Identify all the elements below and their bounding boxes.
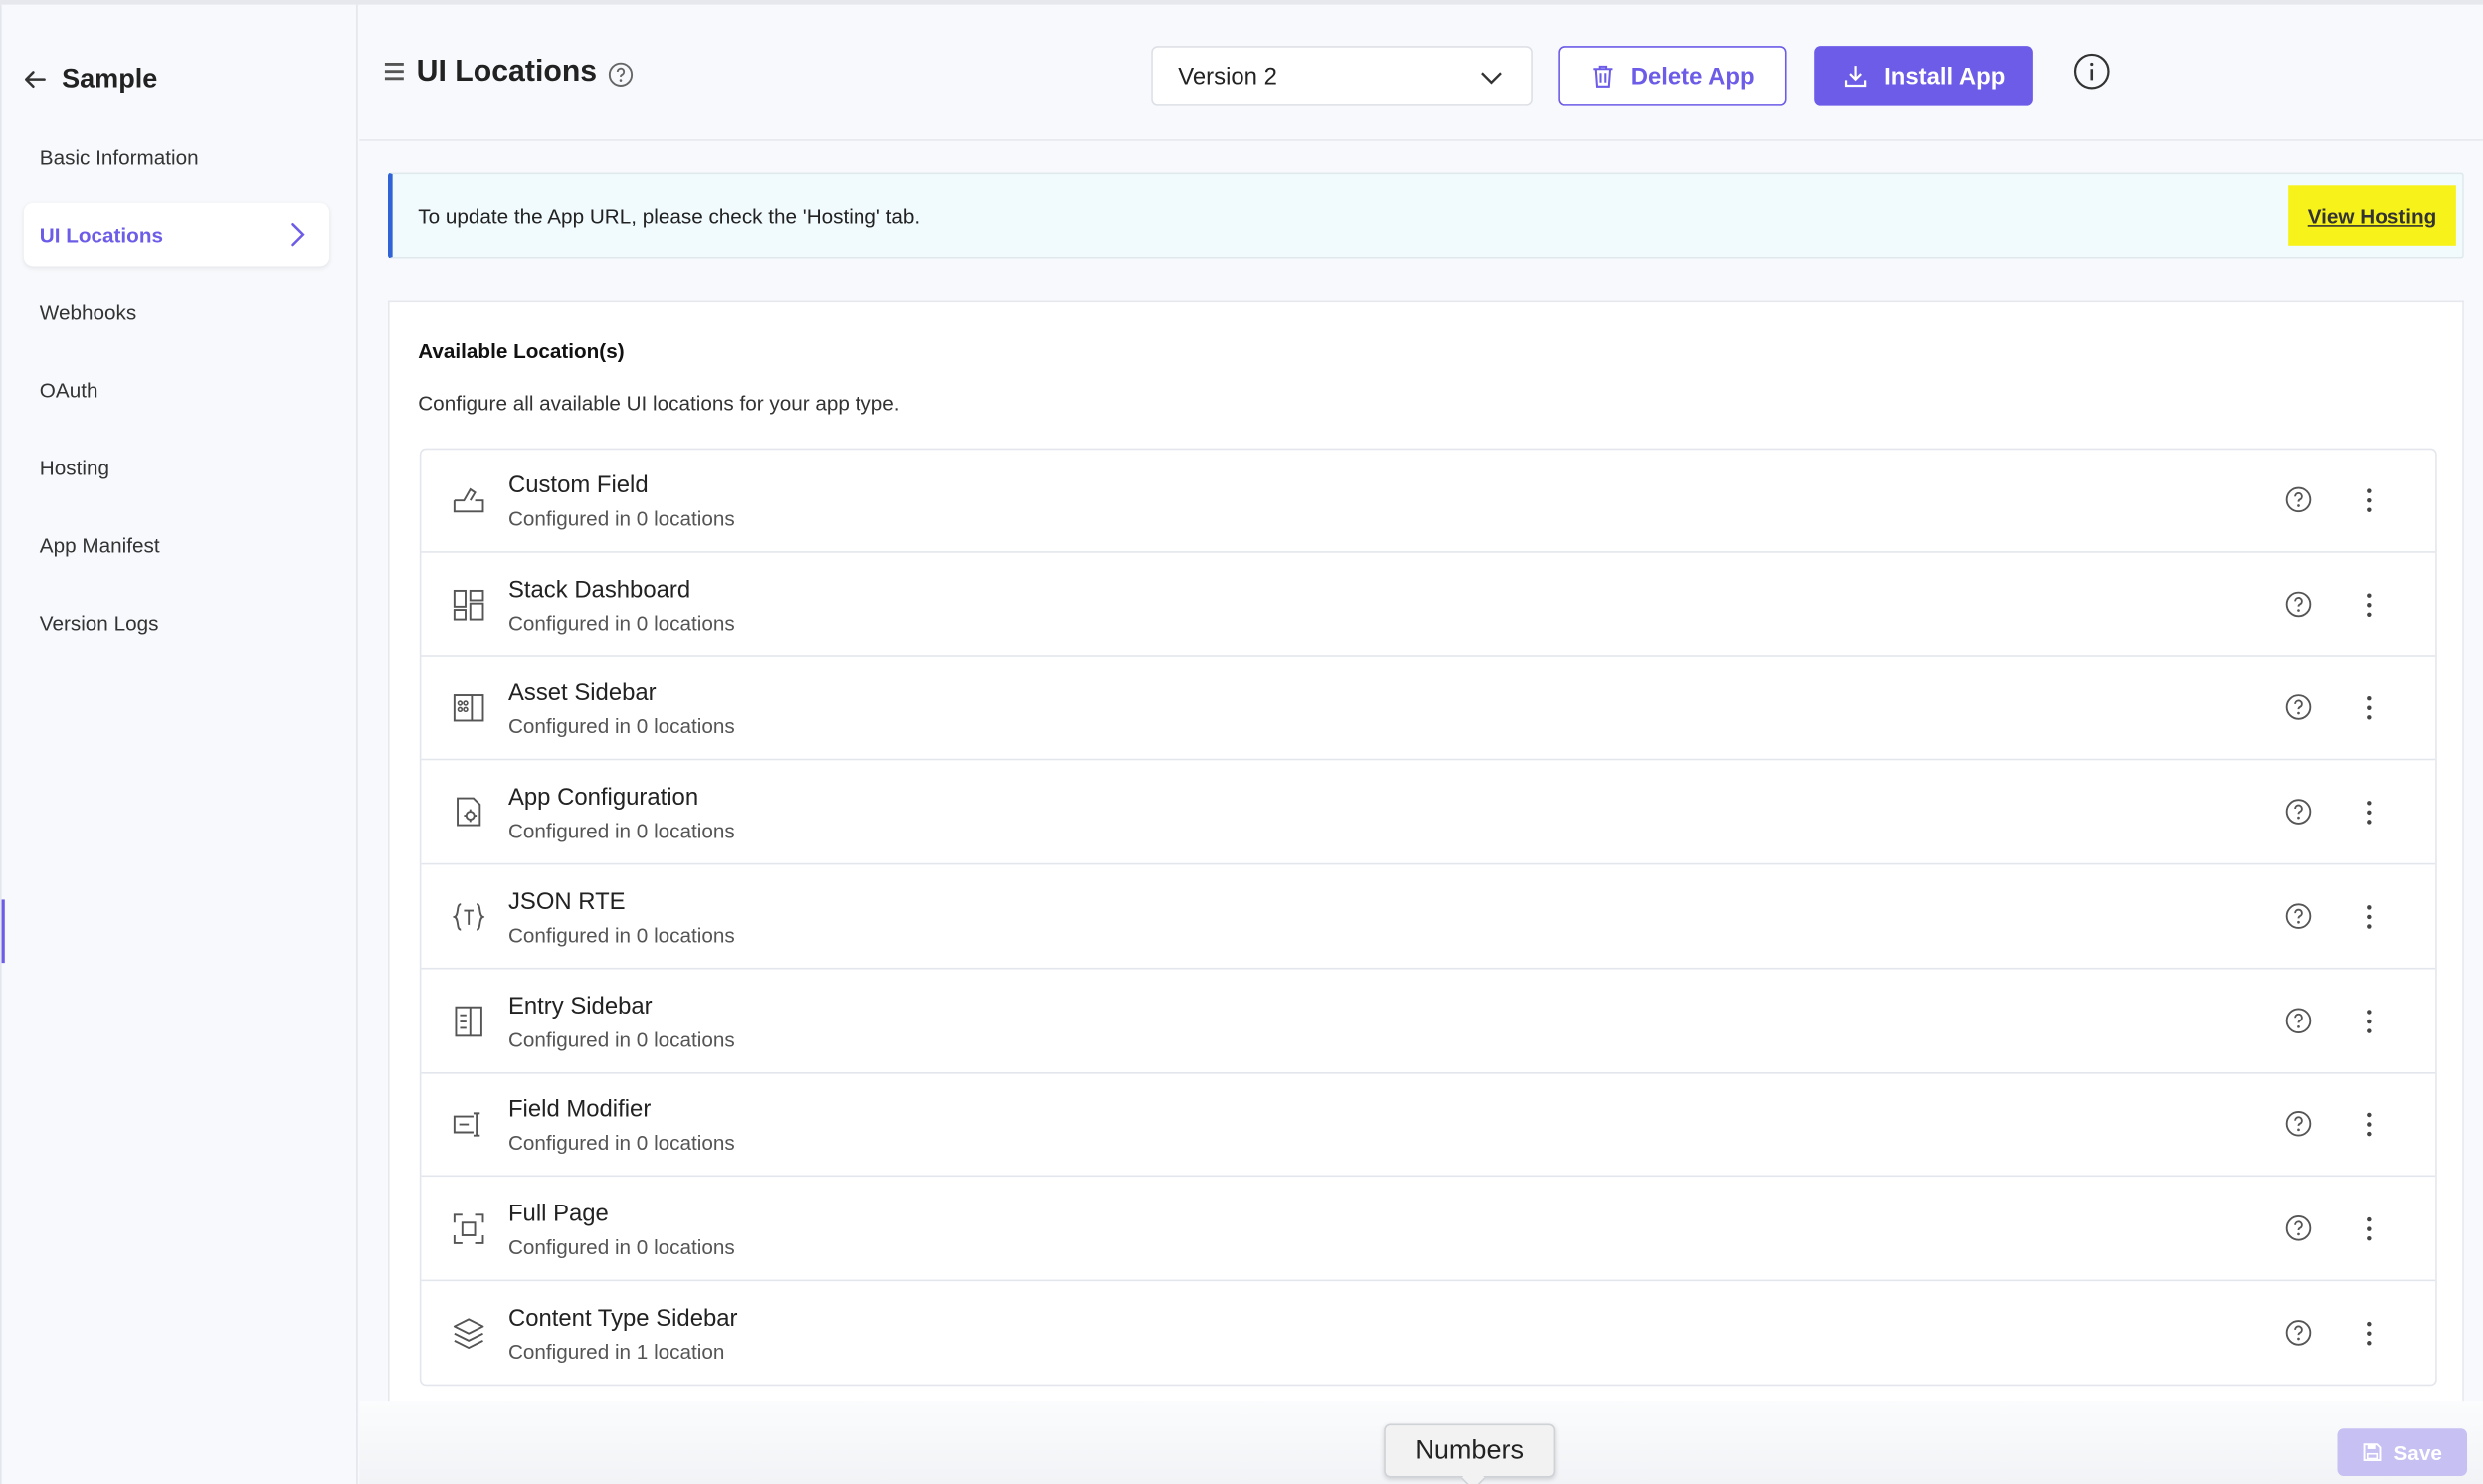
location-name: JSON RTE	[507, 887, 626, 916]
custom-field-icon	[453, 487, 484, 513]
app-name: Sample	[62, 63, 158, 93]
info-icon[interactable]	[2073, 53, 2111, 91]
sidebar-item-label: Version Logs	[39, 610, 159, 635]
help-circle-icon[interactable]	[608, 62, 634, 87]
location-status: Configured in 1 location	[507, 1339, 725, 1364]
chevron-down-icon	[1481, 72, 1502, 85]
sidebar-item-label: OAuth	[39, 377, 98, 402]
location-status: Configured in 0 locations	[507, 1131, 735, 1156]
locations-list: Custom Field Configured in 0 locations S…	[419, 448, 2437, 1387]
more-vertical-icon[interactable]	[2357, 589, 2382, 621]
back-button[interactable]: Sample	[24, 64, 157, 95]
version-select[interactable]: Version 2	[1151, 46, 1533, 106]
install-app-button[interactable]: Install App	[1814, 46, 2033, 106]
card-title: Available Location(s)	[418, 338, 625, 363]
location-status: Configured in 0 locations	[507, 506, 735, 531]
sidebar-item-ui-locations[interactable]: UI Locations	[23, 202, 330, 267]
location-row-asset-sidebar[interactable]: Asset Sidebar Configured in 0 locations	[421, 657, 2436, 761]
help-circle-icon[interactable]	[2285, 902, 2312, 929]
available-locations-card: Available Location(s) Configure all avai…	[387, 300, 2464, 1410]
version-select-value: Version 2	[1178, 62, 1277, 90]
footer-bar: Numbers Save	[359, 1401, 2483, 1484]
location-name: Field Modifier	[507, 1096, 652, 1124]
sidebar: Sample Basic Information UI Locations We…	[0, 4, 358, 1484]
tooltip: Numbers	[1384, 1423, 1556, 1478]
entry-sidebar-icon	[455, 1005, 482, 1036]
app-config-icon	[457, 797, 481, 827]
location-name: Custom Field	[507, 471, 649, 499]
sidebar-item-basic-information[interactable]: Basic Information	[24, 125, 329, 189]
location-name: Asset Sidebar	[507, 679, 657, 707]
layers-icon	[453, 1317, 484, 1349]
more-vertical-icon[interactable]	[2357, 484, 2382, 516]
location-row-field-modifier[interactable]: Field Modifier Configured in 0 locations	[421, 1074, 2436, 1178]
notice-message: To update the App URL, please check the …	[418, 204, 921, 229]
chevron-right-icon	[291, 223, 305, 247]
location-name: Entry Sidebar	[507, 992, 653, 1020]
location-row-full-page[interactable]: Full Page Configured in 0 locations	[421, 1178, 2436, 1281]
location-row-content-type-sidebar[interactable]: Content Type Sidebar Configured in 1 loc…	[421, 1282, 2435, 1385]
location-row-json-rte[interactable]: JSON RTE Configured in 0 locations	[421, 866, 2436, 970]
sidebar-item-webhooks[interactable]: Webhooks	[24, 280, 329, 344]
save-icon	[2363, 1443, 2382, 1462]
help-circle-icon[interactable]	[2285, 799, 2312, 826]
help-circle-icon[interactable]	[2285, 1214, 2312, 1241]
sidebar-item-label: App Manifest	[39, 532, 160, 557]
location-status: Configured in 0 locations	[507, 819, 735, 843]
location-status: Configured in 0 locations	[507, 714, 735, 739]
sidebar-item-label: UI Locations	[39, 222, 163, 247]
sidebar-item-oauth[interactable]: OAuth	[24, 358, 329, 422]
sidebar-item-label: Webhooks	[39, 299, 137, 324]
field-modifier-icon	[453, 1112, 480, 1137]
more-vertical-icon[interactable]	[2357, 1109, 2382, 1141]
dashboard-icon	[453, 589, 484, 621]
sidebar-item-app-manifest[interactable]: App Manifest	[24, 513, 329, 577]
sidebar-item-label: Hosting	[39, 455, 109, 479]
card-description: Configure all available UI locations for…	[418, 391, 900, 416]
page-title: UI Locations	[416, 55, 598, 90]
arrow-left-icon	[24, 71, 46, 89]
help-circle-icon[interactable]	[2285, 1007, 2312, 1033]
location-status: Configured in 0 locations	[507, 1026, 735, 1051]
more-vertical-icon[interactable]	[2357, 1213, 2382, 1245]
install-app-label: Install App	[1884, 62, 2006, 90]
view-hosting-link[interactable]: View Hosting	[2288, 185, 2456, 246]
location-name: App Configuration	[507, 784, 699, 812]
sidebar-edge-marker	[1, 899, 5, 964]
asset-sidebar-icon	[453, 694, 484, 723]
menu-icon[interactable]	[384, 62, 404, 81]
location-row-app-configuration[interactable]: App Configuration Configured in 0 locati…	[421, 762, 2436, 865]
location-name: Content Type Sidebar	[507, 1304, 738, 1332]
sidebar-item-label: Basic Information	[39, 144, 199, 169]
help-circle-icon[interactable]	[2285, 1111, 2312, 1138]
more-vertical-icon[interactable]	[2357, 1317, 2382, 1349]
help-circle-icon[interactable]	[2285, 590, 2312, 617]
help-circle-icon[interactable]	[2285, 1319, 2312, 1346]
json-rte-icon	[453, 902, 485, 931]
location-status: Configured in 0 locations	[507, 922, 735, 947]
save-label: Save	[2393, 1440, 2442, 1465]
location-name: Full Page	[507, 1200, 609, 1227]
hosting-notice: To update the App URL, please check the …	[387, 172, 2464, 259]
more-vertical-icon[interactable]	[2357, 692, 2382, 724]
full-page-icon	[453, 1213, 484, 1244]
sidebar-item-version-logs[interactable]: Version Logs	[24, 591, 329, 654]
delete-app-label: Delete App	[1630, 62, 1755, 90]
sidebar-item-hosting[interactable]: Hosting	[24, 436, 329, 499]
trash-icon	[1593, 65, 1613, 88]
more-vertical-icon[interactable]	[2357, 797, 2382, 829]
location-row-custom-field[interactable]: Custom Field Configured in 0 locations	[421, 450, 2436, 553]
download-icon	[1844, 66, 1867, 88]
location-row-stack-dashboard[interactable]: Stack Dashboard Configured in 0 location…	[421, 554, 2436, 657]
location-name: Stack Dashboard	[507, 576, 691, 604]
location-row-entry-sidebar[interactable]: Entry Sidebar Configured in 0 locations	[421, 970, 2436, 1073]
more-vertical-icon[interactable]	[2357, 1005, 2382, 1036]
location-status: Configured in 0 locations	[507, 611, 735, 636]
delete-app-button[interactable]: Delete App	[1558, 46, 1787, 106]
help-circle-icon[interactable]	[2285, 486, 2312, 513]
save-button[interactable]: Save	[2337, 1428, 2468, 1477]
more-vertical-icon[interactable]	[2357, 901, 2382, 933]
help-circle-icon[interactable]	[2285, 694, 2312, 721]
location-status: Configured in 0 locations	[507, 1234, 735, 1259]
